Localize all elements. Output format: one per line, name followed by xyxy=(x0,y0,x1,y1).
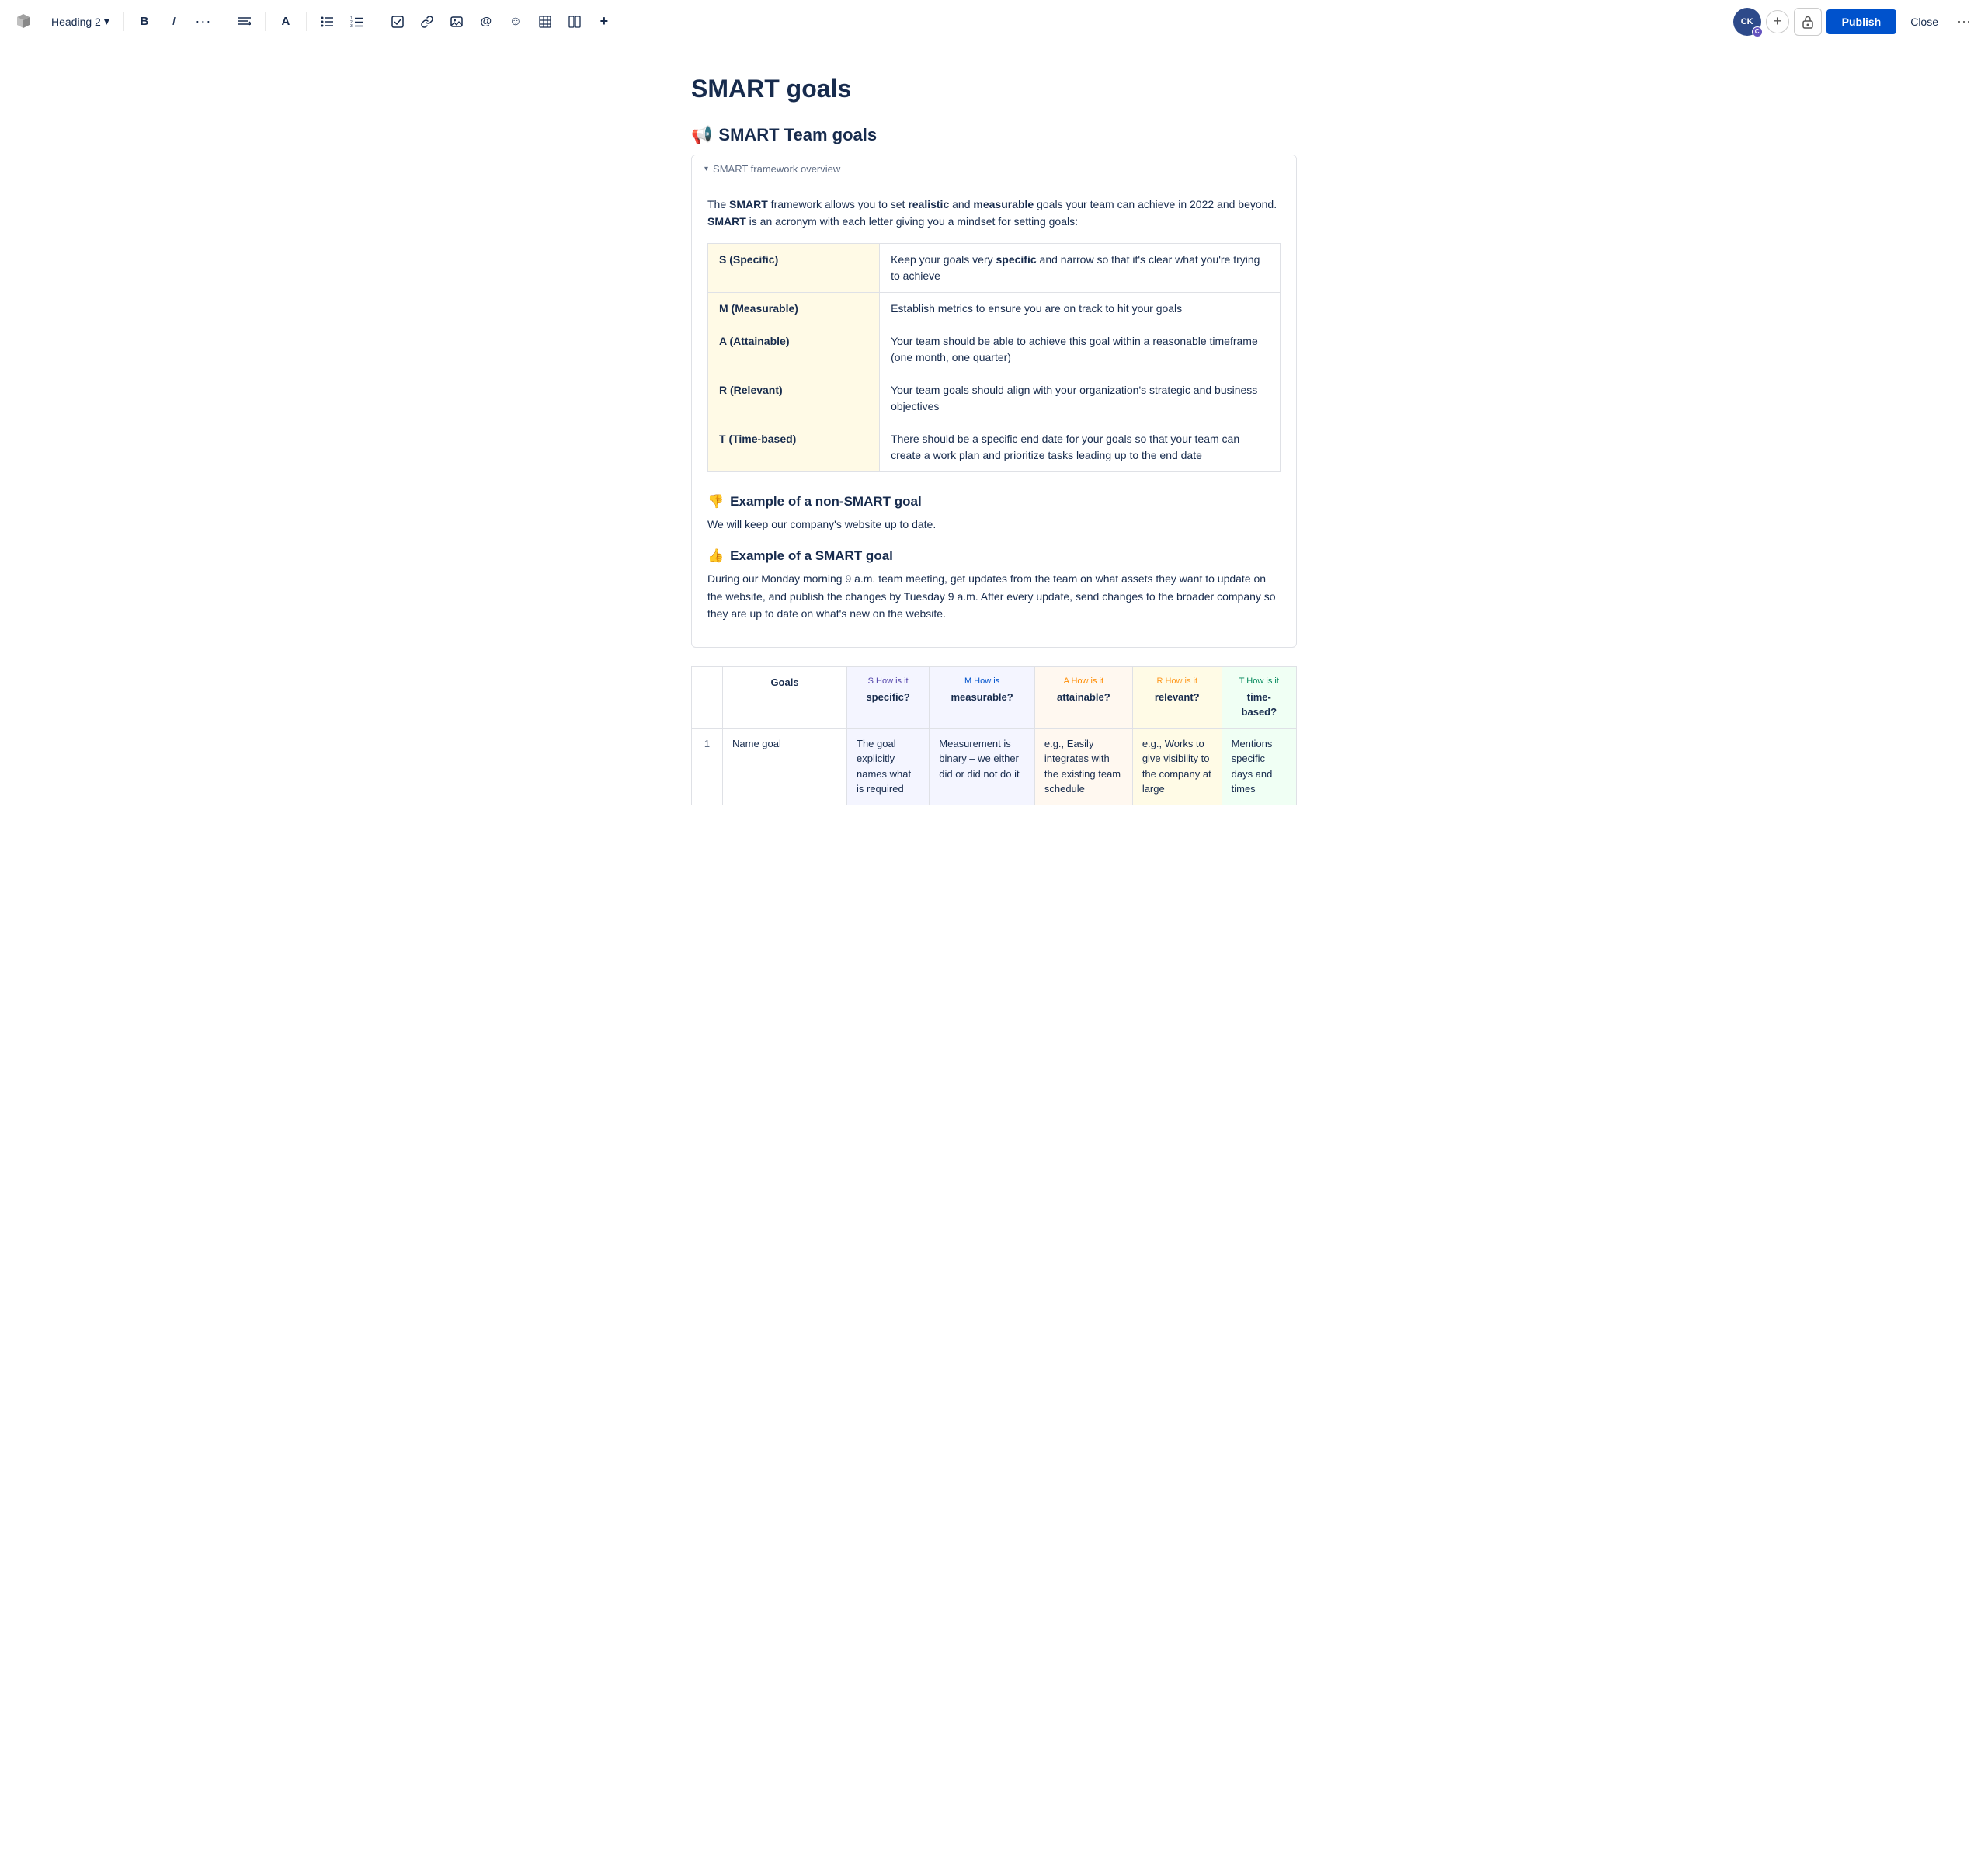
close-button[interactable]: Close xyxy=(1901,9,1948,34)
table-row: S (Specific) Keep your goals very specif… xyxy=(708,243,1281,292)
intro-paragraph: The SMART framework allows you to set re… xyxy=(707,196,1281,231)
row-relevant: e.g., Works to give visibility to the co… xyxy=(1132,728,1222,805)
col-header-attainable: A How is it attainable? xyxy=(1034,667,1132,729)
row-attainable: e.g., Easily integrates with the existin… xyxy=(1034,728,1132,805)
smart-desc-t: There should be a specific end date for … xyxy=(880,423,1281,471)
more-options-button[interactable]: ··· xyxy=(1952,10,1976,33)
mention-button[interactable]: @ xyxy=(474,9,499,34)
publish-button[interactable]: Publish xyxy=(1826,9,1897,34)
page-content: SMART goals 📢 SMART Team goals ▾ SMART f… xyxy=(660,43,1328,868)
link-button[interactable] xyxy=(415,9,440,34)
col-header-relevant: R How is it relevant? xyxy=(1132,667,1222,729)
smart-example-heading: 👍 Example of a SMART goal xyxy=(707,548,1281,564)
row-measurable: Measurement is binary – we either did or… xyxy=(930,728,1035,805)
col-r-prefix: R How is it xyxy=(1142,675,1212,688)
non-smart-icon: 👎 xyxy=(707,494,724,509)
row-num: 1 xyxy=(692,728,723,805)
col-header-timebased: T How is it time-based? xyxy=(1222,667,1296,729)
lock-button[interactable] xyxy=(1794,8,1822,36)
align-button[interactable] xyxy=(232,9,257,34)
bold-button[interactable]: B xyxy=(132,9,157,34)
col-t-prefix: T How is it xyxy=(1232,675,1287,688)
ordered-list-button[interactable]: 1.2.3. xyxy=(344,9,369,34)
non-smart-heading: 👎 Example of a non-SMART goal xyxy=(707,494,1281,509)
avatar-group: CK C xyxy=(1733,8,1761,36)
insert-more-button[interactable]: + xyxy=(592,9,617,34)
non-smart-heading-text: Example of a non-SMART goal xyxy=(730,494,922,509)
avatar: CK C xyxy=(1733,8,1761,36)
goals-table-section: Goals S How is it specific? M How is mea… xyxy=(691,666,1297,805)
col-header-goals: Goals xyxy=(723,667,847,729)
more-formatting-button[interactable]: ··· xyxy=(191,9,216,34)
smart-desc-s: Keep your goals very specific and narrow… xyxy=(880,243,1281,292)
smart-example-heading-text: Example of a SMART goal xyxy=(730,548,893,564)
task-list-button[interactable] xyxy=(385,9,410,34)
smart-desc-m: Establish metrics to ensure you are on t… xyxy=(880,292,1281,325)
expand-label: SMART framework overview xyxy=(713,163,840,175)
smart-example-body: During our Monday morning 9 a.m. team me… xyxy=(707,570,1281,622)
col-a-bold: attainable? xyxy=(1044,690,1123,705)
smart-desc-a: Your team should be able to achieve this… xyxy=(880,325,1281,374)
smart-letter-t: T (Time-based) xyxy=(708,423,880,471)
col-m-prefix: M How is xyxy=(939,675,1025,688)
col-r-bold: relevant? xyxy=(1142,690,1212,705)
chevron-down-icon: ▾ xyxy=(704,165,708,173)
section1-icon: 📢 xyxy=(691,125,712,145)
smart-desc-r: Your team goals should align with your o… xyxy=(880,374,1281,423)
bullet-list-button[interactable] xyxy=(315,9,339,34)
goals-table: Goals S How is it specific? M How is mea… xyxy=(691,666,1297,805)
heading-style-select[interactable]: Heading 2 ▾ xyxy=(45,12,116,31)
col-s-prefix: S How is it xyxy=(857,675,919,688)
toolbar-divider-3 xyxy=(265,12,266,31)
col-header-specific: S How is it specific? xyxy=(847,667,930,729)
app-logo xyxy=(12,11,34,33)
row-specific: The goal explicitly names what is requir… xyxy=(847,728,930,805)
smart-example-icon: 👍 xyxy=(707,548,724,564)
row-goals: Name goal xyxy=(723,728,847,805)
goals-table-row: 1 Name goal The goal explicitly names wh… xyxy=(692,728,1297,805)
goals-table-header-row: Goals S How is it specific? M How is mea… xyxy=(692,667,1297,729)
smart-letter-a: A (Attainable) xyxy=(708,325,880,374)
toolbar-divider-4 xyxy=(306,12,307,31)
col-m-bold: measurable? xyxy=(939,690,1025,705)
table-row: A (Attainable) Your team should be able … xyxy=(708,325,1281,374)
svg-text:3.: 3. xyxy=(350,24,353,27)
smart-letter-s: S (Specific) xyxy=(708,243,880,292)
chevron-down-icon: ▾ xyxy=(104,15,109,28)
smart-letter-m: M (Measurable) xyxy=(708,292,880,325)
smart-framework-table: S (Specific) Keep your goals very specif… xyxy=(707,243,1281,472)
page-title: SMART goals xyxy=(691,75,1297,103)
heading-select-label: Heading 2 xyxy=(51,16,101,28)
smart-example-section: 👍 Example of a SMART goal During our Mon… xyxy=(707,548,1281,622)
avatar-initials: CK xyxy=(1741,17,1753,26)
non-smart-body: We will keep our company's website up to… xyxy=(707,516,1281,533)
col-s-bold: specific? xyxy=(857,690,919,705)
col-t-bold: time-based? xyxy=(1232,690,1287,720)
non-smart-section: 👎 Example of a non-SMART goal We will ke… xyxy=(707,494,1281,533)
col-header-measurable: M How is measurable? xyxy=(930,667,1035,729)
toolbar-divider-1 xyxy=(123,12,124,31)
font-color-button[interactable]: A xyxy=(273,9,298,34)
col-a-prefix: A How is it xyxy=(1044,675,1123,688)
emoji-button[interactable]: ☺ xyxy=(503,9,528,34)
table-row: M (Measurable) Establish metrics to ensu… xyxy=(708,292,1281,325)
columns-button[interactable] xyxy=(562,9,587,34)
expandable-card: ▾ SMART framework overview The SMART fra… xyxy=(691,155,1297,648)
table-button[interactable] xyxy=(533,9,558,34)
expandable-header[interactable]: ▾ SMART framework overview xyxy=(692,155,1296,183)
section1-heading-text: SMART Team goals xyxy=(718,125,877,145)
image-button[interactable] xyxy=(444,9,469,34)
row-timebased: Mentions specific days and times xyxy=(1222,728,1296,805)
card-body: The SMART framework allows you to set re… xyxy=(692,183,1296,647)
add-collaborator-button[interactable]: + xyxy=(1766,10,1789,33)
italic-button[interactable]: I xyxy=(162,9,186,34)
toolbar: Heading 2 ▾ B I ··· A 1.2.3. @ ☺ + CK xyxy=(0,0,1988,43)
smart-letter-r: R (Relevant) xyxy=(708,374,880,423)
table-row: T (Time-based) There should be a specifi… xyxy=(708,423,1281,471)
section1-heading: 📢 SMART Team goals xyxy=(691,125,1297,145)
col-header-num xyxy=(692,667,723,729)
avatar-badge: C xyxy=(1752,26,1763,37)
table-row: R (Relevant) Your team goals should alig… xyxy=(708,374,1281,423)
